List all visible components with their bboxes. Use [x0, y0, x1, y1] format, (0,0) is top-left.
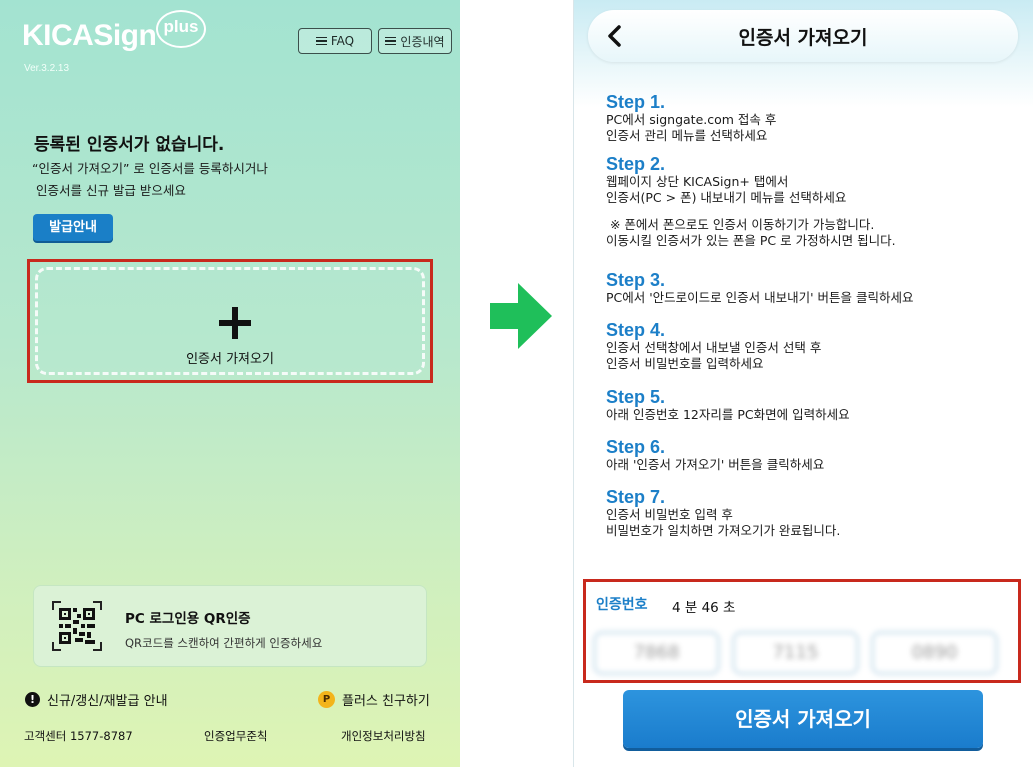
issue-guide-button[interactable]: 발급안내 — [33, 214, 113, 241]
step-line: 인증서(PC > 폰) 내보내기 메뉴를 선택하세요 — [606, 190, 847, 205]
step-title: Step 4. — [606, 320, 666, 340]
step-line: 인증서 비밀번호 입력 후 — [606, 507, 733, 522]
empty-state-description: “인증서 가져오기” 로 인증서를 등록하시거나 인증서를 신규 발급 받으세요 — [32, 158, 268, 202]
qr-subtitle: QR코드를 스캔하여 간편하게 인증하세요 — [125, 636, 323, 650]
logo-text: KICASign — [22, 19, 157, 52]
arrow-right-icon — [490, 283, 552, 349]
import-certificate-button[interactable]: 인증서 가져오기 — [623, 690, 983, 748]
faq-label: FAQ — [330, 34, 355, 48]
step-6: Step 6. 아래 '인증서 가져오기' 버튼을 클릭하세요 — [606, 437, 824, 473]
plus-friend-link[interactable]: P 플러스 친구하기 — [318, 690, 430, 709]
page-title: 인증서 가져오기 — [738, 27, 868, 49]
empty-desc-line: 인증서를 신규 발급 받으세요 — [32, 183, 186, 198]
highlight-box-auth-code — [583, 579, 1021, 683]
app-version: Ver.3.2.13 — [24, 63, 70, 74]
step-7: Step 7. 인증서 비밀번호 입력 후 비밀번호가 일치하면 가져오기가 완… — [606, 487, 840, 539]
header-bar: 인증서 가져오기 — [588, 10, 1018, 62]
step-title: Step 5. — [606, 387, 666, 407]
step-4: Step 4. 인증서 선택창에서 내보낼 인증서 선택 후 인증서 비밀번호를… — [606, 320, 821, 372]
qr-code-icon — [52, 601, 102, 651]
qr-title: PC 로그인용 QR인증 — [125, 611, 251, 627]
step-3: Step 3. PC에서 '안드로이드로 인증서 내보내기' 버튼을 클릭하세요 — [606, 270, 914, 306]
renew-guide-link[interactable]: ! 신규/갱신/재발급 안내 — [25, 690, 168, 709]
faq-button[interactable]: FAQ — [298, 28, 372, 54]
import-certificate-label: 인증서 가져오기 — [186, 352, 274, 367]
step-line: 아래 '인증서 가져오기' 버튼을 클릭하세요 — [606, 457, 825, 472]
history-label: 인증내역 — [400, 34, 445, 49]
step-title: Step 7. — [606, 487, 666, 507]
privacy-policy-link[interactable]: 개인정보처리방침 — [341, 728, 426, 744]
step-1: Step 1. PC에서 signgate.com 접속 후 인증서 관리 메뉴… — [606, 92, 776, 144]
qr-login-card[interactable]: PC 로그인용 QR인증 QR코드를 스캔하여 간편하게 인증하세요 — [33, 585, 427, 667]
step-line: PC에서 signgate.com 접속 후 — [606, 112, 777, 127]
kakao-plus-friend-icon: P — [318, 691, 335, 708]
step-line: 인증서 선택창에서 내보낼 인증서 선택 후 — [606, 340, 822, 355]
step-line-spacer — [606, 206, 896, 217]
step-note: 이동시킬 인증서가 있는 폰을 PC 로 가정하시면 됩니다. — [606, 233, 896, 248]
certificate-history-button[interactable]: 인증내역 — [378, 28, 452, 54]
renew-guide-label: 신규/갱신/재발급 안내 — [47, 694, 168, 709]
step-title: Step 3. — [606, 270, 666, 290]
step-note: ※ 폰에서 폰으로도 인증서 이동하기가 가능합니다. — [606, 217, 875, 232]
left-phone-screen: KICASign plus Ver.3.2.13 FAQ 인증내역 등록된 인증… — [0, 0, 460, 767]
plus-icon — [219, 307, 251, 339]
logo-plus-badge: plus — [156, 10, 206, 48]
step-line: 아래 인증번호 12자리를 PC화면에 입력하세요 — [606, 407, 850, 422]
hamburger-icon — [385, 36, 397, 46]
customer-center-link[interactable]: 고객센터 1577-8787 — [24, 728, 133, 744]
step-line: 인증서 비밀번호를 입력하세요 — [606, 356, 764, 371]
step-title: Step 2. — [606, 154, 666, 174]
hamburger-icon — [315, 36, 327, 46]
kicasign-logo: KICASign plus — [22, 10, 206, 54]
step-line: 웹페이지 상단 KICASign+ 탭에서 — [606, 174, 789, 189]
step-2: Step 2. 웹페이지 상단 KICASign+ 탭에서 인증서(PC > 폰… — [606, 154, 896, 249]
step-line: PC에서 '안드로이드로 인증서 내보내기' 버튼을 클릭하세요 — [606, 290, 914, 305]
step-line: 인증서 관리 메뉴를 선택하세요 — [606, 128, 768, 143]
empty-state-title: 등록된 인증서가 없습니다. — [34, 135, 225, 155]
step-line: 비밀번호가 일치하면 가져오기가 완료됩니다. — [606, 523, 841, 538]
empty-desc-line: “인증서 가져오기” 로 인증서를 등록하시거나 — [32, 161, 268, 176]
step-5: Step 5. 아래 인증번호 12자리를 PC화면에 입력하세요 — [606, 387, 850, 423]
step-title: Step 6. — [606, 437, 666, 457]
step-title: Step 1. — [606, 92, 666, 112]
work-rules-link[interactable]: 인증업무준칙 — [204, 728, 267, 744]
plus-friend-label: 플러스 친구하기 — [342, 694, 430, 709]
import-certificate-card[interactable]: 인증서 가져오기 — [35, 267, 425, 375]
exclamation-icon: ! — [25, 692, 40, 707]
